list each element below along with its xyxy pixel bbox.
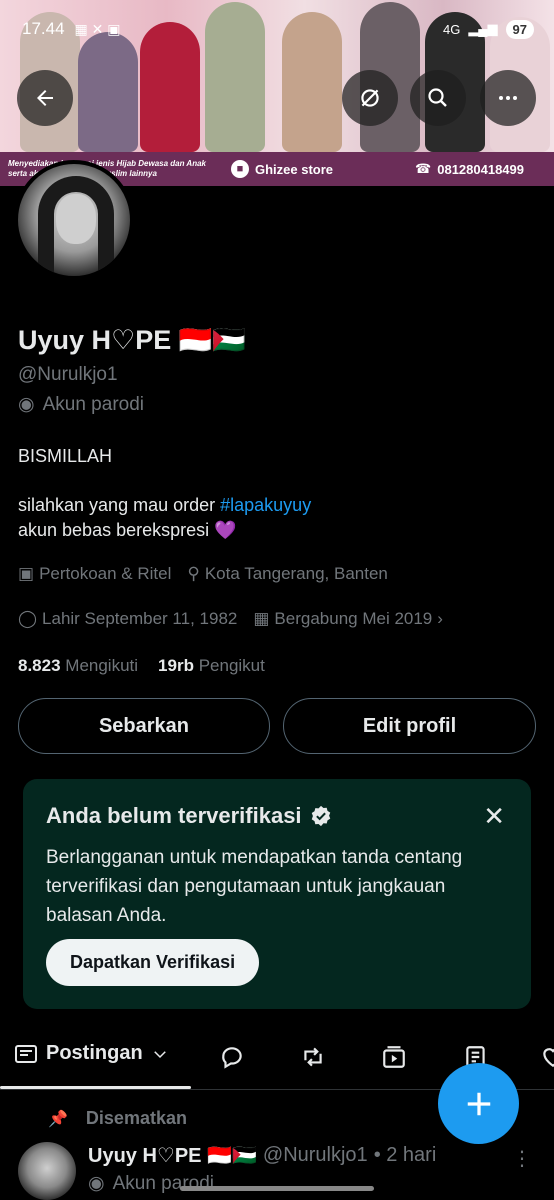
post-parody-text: Akun parodi — [112, 1172, 214, 1194]
profile-meta-row-1: ▣ Pertokoan & Ritel ⚲ Kota Tangerang, Ba… — [18, 564, 404, 584]
birthday-text: Lahir September 11, 1982 — [42, 609, 238, 628]
edit-profile-button[interactable]: Edit profil — [283, 698, 536, 754]
location-text: Kota Tangerang, Banten — [204, 564, 388, 583]
category-text: Pertokoan & Ritel — [39, 564, 172, 583]
grok-button[interactable] — [342, 70, 398, 126]
post-header: Uyuy H♡PE 🇮🇩🇵🇸 @Nurulkjo1 • 2 hari — [88, 1143, 436, 1168]
profile-meta-row-2: ◯ Lahir September 11, 1982 ▦ Bergabung M… — [18, 609, 459, 629]
search-button[interactable] — [410, 70, 466, 126]
post-author-name[interactable]: Uyuy H♡PE 🇮🇩🇵🇸 — [88, 1143, 257, 1168]
post-parody-label: ◉ Akun parodi — [88, 1172, 214, 1195]
banner-phone: ☎ 081280418499 — [415, 161, 554, 177]
tab-replies[interactable] — [219, 1044, 245, 1075]
chevron-right-icon: › — [437, 609, 443, 628]
bio-line-2: silahkan yang mau order — [18, 495, 221, 515]
tab-media[interactable] — [381, 1044, 407, 1075]
grok-icon — [361, 89, 379, 107]
profile-name: Uyuy H♡PE 🇮🇩🇵🇸 — [18, 325, 246, 355]
profile-avatar[interactable] — [14, 160, 134, 280]
birthday-item: ◯ Lahir September 11, 1982 — [18, 609, 237, 629]
followers-count: 19rb — [158, 656, 194, 675]
location-pin-icon: ⚲ — [187, 564, 200, 583]
bio-hashtag-link[interactable]: #lapakuyuy — [220, 495, 311, 515]
location-item: ⚲ Kota Tangerang, Banten — [187, 564, 388, 584]
following-link[interactable]: 8.823 Mengikuti — [18, 656, 138, 676]
verification-card: Anda belum terverifikasi ✕ Berlangganan … — [23, 779, 531, 1009]
home-indicator[interactable] — [180, 1186, 374, 1191]
tab-likes[interactable] — [540, 1044, 554, 1075]
posts-icon — [15, 1044, 37, 1063]
profile-handle: @Nurulkjo1 — [18, 364, 118, 385]
tab-reposts[interactable] — [299, 1044, 327, 1075]
theater-mask-icon: ◉ — [88, 1173, 105, 1194]
briefcase-icon: ▣ — [18, 564, 35, 583]
verification-card-body: Berlangganan untuk mendapatkan tanda cen… — [46, 847, 463, 926]
signal-icon: ▂▄▆ — [468, 21, 498, 36]
status-bar: 17.44 ▦ ✕ ▣ 4G ▂▄▆ 97 — [0, 14, 554, 44]
chevron-down-icon — [153, 1050, 166, 1058]
verification-title-text: Anda belum terverifikasi — [46, 803, 302, 828]
kebab-icon[interactable]: ⋮ — [512, 1146, 532, 1171]
balloon-icon: ◯ — [18, 609, 38, 628]
compose-button[interactable] — [438, 1063, 519, 1144]
following-label: Mengikuti — [65, 656, 139, 675]
media-icon — [383, 1046, 405, 1068]
post-avatar[interactable] — [18, 1142, 76, 1200]
joined-item[interactable]: ▦ Bergabung Mei 2019 › — [253, 609, 443, 629]
repost-icon — [304, 1047, 322, 1067]
network-type: 4G — [442, 21, 461, 37]
banner-model — [78, 32, 138, 152]
reply-icon — [222, 1047, 242, 1069]
category-item: ▣ Pertokoan & Ritel — [18, 564, 171, 584]
bio-line-3: akun bebas berekspresi 💜 — [18, 520, 237, 540]
followers-label: Pengikut — [198, 656, 265, 675]
follow-stats: 8.823 Mengikuti 19rb Pengikut — [18, 656, 265, 676]
parody-label-text: Akun parodi — [42, 393, 144, 415]
search-icon — [428, 88, 447, 107]
get-verified-button[interactable]: Dapatkan Verifikasi — [46, 939, 260, 986]
store-icon: ■ — [231, 160, 249, 178]
close-icon[interactable]: ✕ — [483, 803, 505, 829]
post-time: • 2 hari — [373, 1144, 437, 1166]
status-time: 17.44 — [22, 19, 65, 38]
more-button[interactable] — [480, 70, 536, 126]
pinned-indicator: 📌 Disematkan — [48, 1108, 187, 1129]
active-tab-indicator — [0, 1086, 191, 1089]
back-arrow-icon — [37, 90, 53, 106]
banner-store: ■ Ghizee store — [231, 160, 333, 178]
post-author-handle[interactable]: @Nurulkjo1 — [263, 1144, 368, 1167]
phone-icon: ☎ — [415, 161, 432, 176]
verification-card-title: Anda belum terverifikasi — [46, 803, 332, 829]
notification-icon: ▦ ✕ ▣ — [74, 20, 121, 37]
parody-label[interactable]: ◉ Akun parodi — [18, 393, 144, 416]
tab-posts[interactable]: Postingan — [14, 1042, 169, 1065]
back-button[interactable] — [17, 70, 73, 126]
share-button[interactable]: Sebarkan — [18, 698, 270, 754]
banner-store-name: Ghizee store — [255, 161, 334, 177]
followers-link[interactable]: 19rb Pengikut — [158, 656, 265, 676]
bio-line-1: BISMILLAH — [18, 446, 113, 466]
more-icon — [499, 96, 517, 100]
battery-level: 97 — [505, 19, 534, 39]
verified-icon — [311, 805, 330, 827]
joined-text: Bergabung Mei 2019 — [274, 609, 433, 628]
like-icon — [543, 1048, 554, 1067]
following-count: 8.823 — [18, 656, 61, 675]
tab-posts-label: Postingan — [46, 1042, 143, 1064]
banner-phone-number: 081280418499 — [437, 161, 524, 177]
theater-mask-icon: ◉ — [18, 394, 35, 415]
pinned-label: Disematkan — [85, 1108, 187, 1128]
calendar-icon: ▦ — [253, 609, 270, 628]
pin-icon: 📌 — [48, 1110, 68, 1128]
bio-text: silahkan yang mau order #lapakuyuy akun … — [18, 493, 311, 543]
plus-icon — [467, 1092, 490, 1115]
